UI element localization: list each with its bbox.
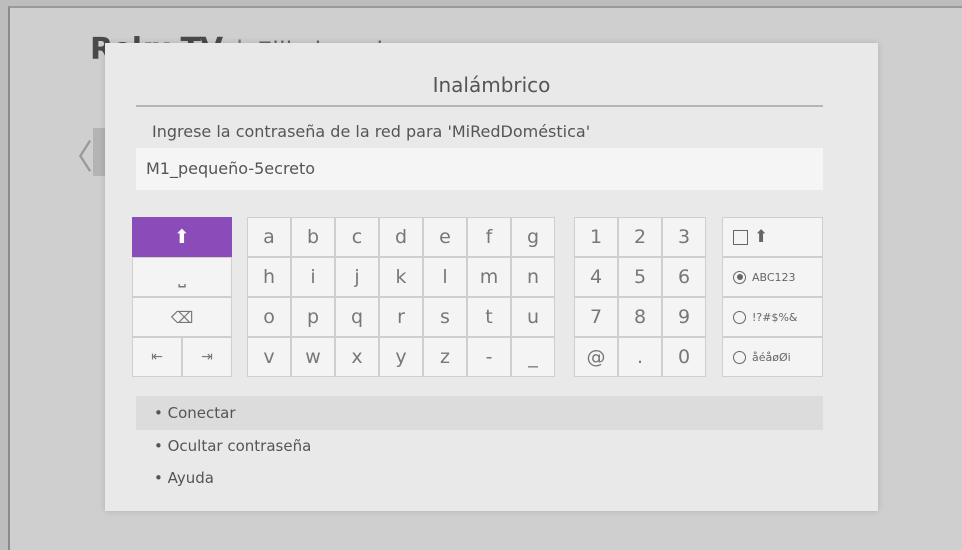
letter-key[interactable]: t (467, 297, 511, 337)
letter-key[interactable]: k (379, 257, 423, 297)
number-key[interactable]: . (618, 337, 662, 377)
cursor-left-key[interactable]: ⇤ (132, 337, 182, 377)
number-key[interactable]: 5 (618, 257, 662, 297)
caps-arrow-icon: ⬆ (754, 227, 769, 247)
number-key[interactable]: 9 (662, 297, 706, 337)
shift-arrow-icon: ⬆ (174, 226, 190, 248)
space-key[interactable]: ⎵ (132, 257, 232, 297)
mode-accents[interactable]: åéåøØi (722, 337, 823, 377)
caps-lock-key[interactable]: ⬆ (722, 217, 823, 257)
letter-key[interactable]: c (335, 217, 379, 257)
letter-key[interactable]: v (247, 337, 291, 377)
number-key[interactable]: 3 (662, 217, 706, 257)
mode-abc123-label: ABC123 (752, 270, 796, 284)
letter-key[interactable]: f (467, 217, 511, 257)
mode-accents-label: åéåøØi (752, 350, 791, 364)
letter-key[interactable]: r (379, 297, 423, 337)
letter-key[interactable]: b (291, 217, 335, 257)
cursor-left-icon: ⇤ (151, 349, 163, 365)
letter-key[interactable]: _ (511, 337, 555, 377)
number-key[interactable]: 8 (618, 297, 662, 337)
number-key[interactable]: 2 (618, 217, 662, 257)
letter-key[interactable]: e (423, 217, 467, 257)
letter-key[interactable]: h (247, 257, 291, 297)
mode-symbols-label: !?#$%& (752, 310, 798, 324)
letter-key[interactable]: i (291, 257, 335, 297)
password-prompt: Ingrese la contraseña de la red para 'Mi… (152, 122, 591, 141)
backspace-icon: ⌫ (170, 307, 194, 327)
cursor-right-icon: ⇥ (201, 349, 213, 365)
password-dialog: Inalámbrico Ingrese la contraseña de la … (105, 43, 878, 511)
dialog-title: Inalámbrico (432, 73, 551, 97)
letter-key[interactable]: g (511, 217, 555, 257)
checkbox-icon (733, 229, 748, 245)
number-key[interactable]: 6 (662, 257, 706, 297)
letter-key[interactable]: a (247, 217, 291, 257)
letter-key[interactable]: d (379, 217, 423, 257)
letter-key[interactable]: s (423, 297, 467, 337)
radio-icon (733, 350, 746, 364)
cursor-right-key[interactable]: ⇥ (182, 337, 232, 377)
letter-key[interactable]: w (291, 337, 335, 377)
letter-key[interactable]: q (335, 297, 379, 337)
letter-key[interactable]: z (423, 337, 467, 377)
letter-key[interactable]: x (335, 337, 379, 377)
mode-symbols[interactable]: !?#$%& (722, 297, 823, 337)
letter-key[interactable]: - (467, 337, 511, 377)
radio-icon (733, 310, 746, 324)
radio-selected-icon (733, 270, 746, 284)
letter-key[interactable]: p (291, 297, 335, 337)
number-key[interactable]: 4 (574, 257, 618, 297)
letter-key[interactable]: j (335, 257, 379, 297)
number-key[interactable]: @ (574, 337, 618, 377)
number-key[interactable]: 7 (574, 297, 618, 337)
letter-key[interactable]: n (511, 257, 555, 297)
password-input[interactable]: M1_pequeño-5ecreto (136, 148, 823, 190)
backspace-key[interactable]: ⌫ (132, 297, 232, 337)
letter-key[interactable]: u (511, 297, 555, 337)
hide-password-option[interactable]: • Ocultar contraseña (136, 429, 823, 463)
chevron-left-icon: 〈 (59, 138, 93, 178)
mode-abc123[interactable]: ABC123 (722, 257, 823, 297)
letter-key[interactable]: l (423, 257, 467, 297)
number-key[interactable]: 1 (574, 217, 618, 257)
space-bar-icon: ⎵ (178, 266, 186, 288)
help-option[interactable]: • Ayuda (136, 461, 823, 495)
letter-key[interactable]: y (379, 337, 423, 377)
letter-key[interactable]: m (467, 257, 511, 297)
shift-key[interactable]: ⬆ (132, 217, 232, 257)
letter-key[interactable]: o (247, 297, 291, 337)
connect-option[interactable]: • Conectar (136, 396, 823, 430)
number-key[interactable]: 0 (662, 337, 706, 377)
title-divider (136, 105, 823, 107)
